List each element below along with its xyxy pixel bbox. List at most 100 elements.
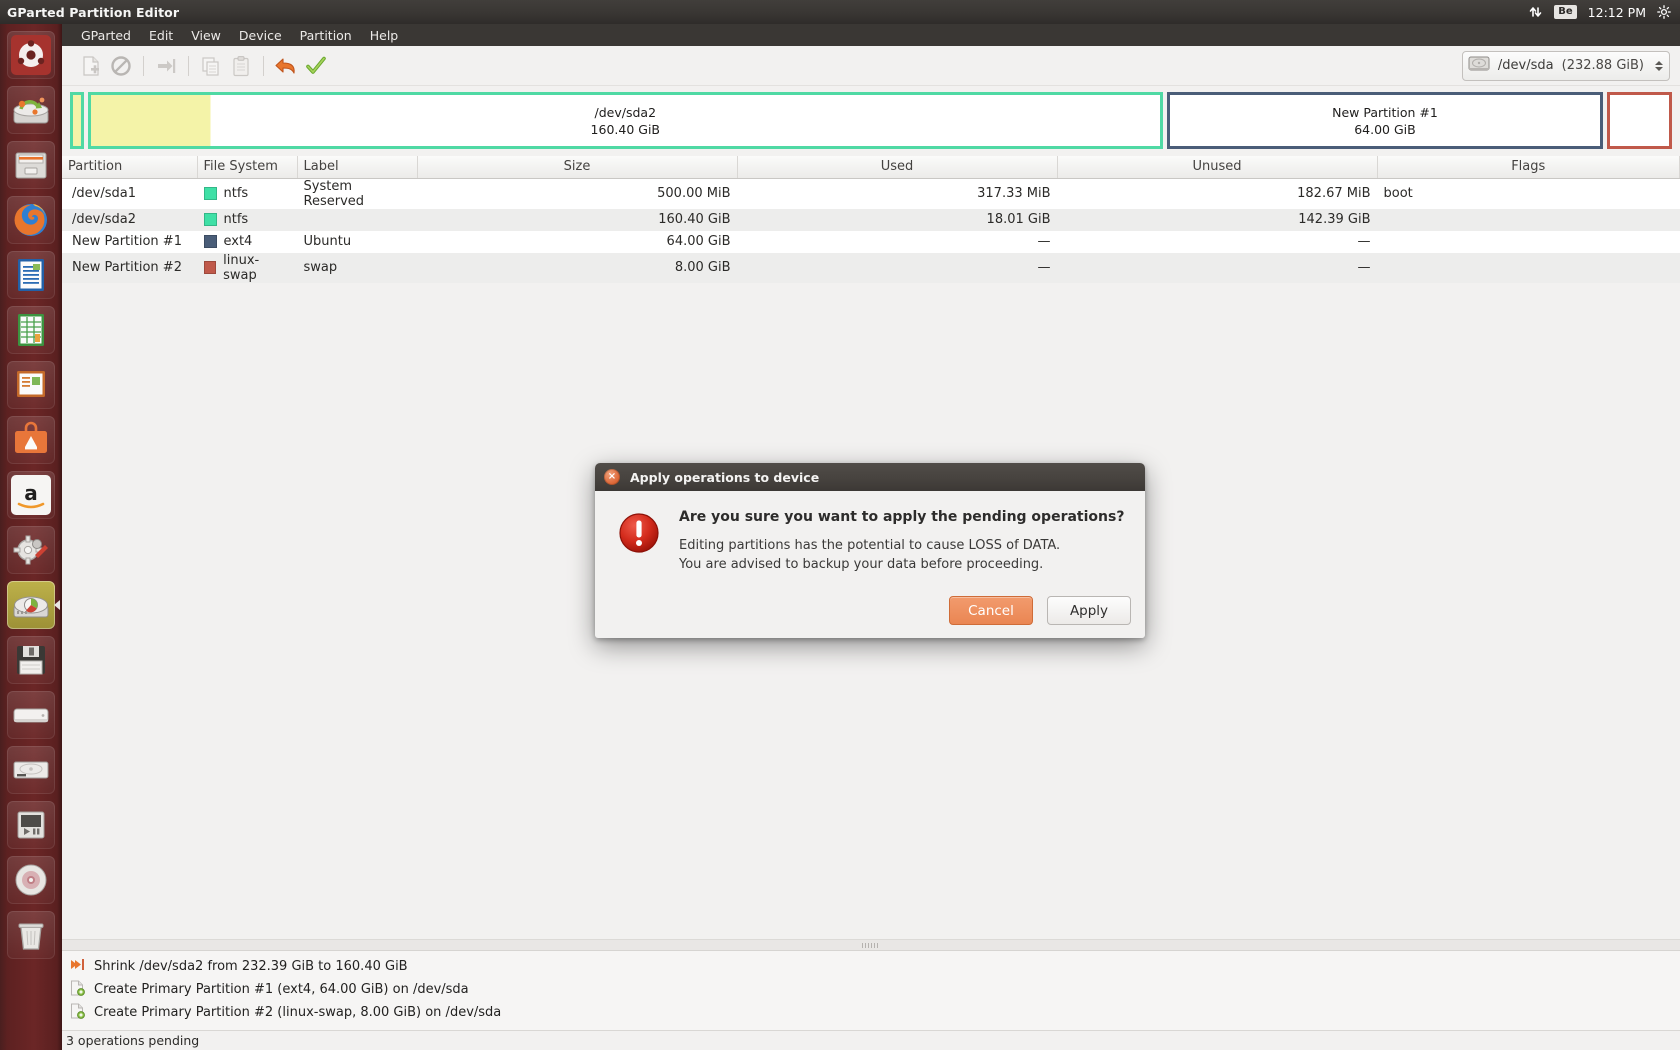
col-partition[interactable]: Partition xyxy=(62,156,198,179)
row-unused: 182.67 MiB xyxy=(1297,186,1371,201)
row-used: — xyxy=(1037,260,1051,275)
gear-icon[interactable] xyxy=(1657,5,1671,19)
row-flags: boot xyxy=(1383,186,1413,201)
hard-disk-icon[interactable] xyxy=(7,746,55,794)
col-label[interactable]: Label xyxy=(297,156,418,179)
ubuntu-software-center-icon[interactable] xyxy=(7,416,55,464)
green-check-icon[interactable] xyxy=(301,51,331,81)
row-unused: — xyxy=(1357,260,1371,275)
firefox-icon[interactable] xyxy=(7,196,55,244)
top-panel: GParted Partition Editor Be 12:12 PM xyxy=(0,0,1680,24)
col-unused[interactable]: Unused xyxy=(1057,156,1378,179)
col-filesystem[interactable]: File System xyxy=(197,156,298,179)
launcher-active-arrow xyxy=(54,600,60,610)
status-bar: 3 operations pending xyxy=(62,1030,1680,1050)
sda2-graphic-size: 160.40 GiB xyxy=(590,121,660,137)
row-label: swap xyxy=(303,260,338,275)
menu-help[interactable]: Help xyxy=(361,26,408,45)
sda1-graphic[interactable] xyxy=(70,92,84,149)
row-partition: /dev/sda2 xyxy=(72,212,136,227)
device-selector[interactable]: /dev/sda (232.88 GiB) xyxy=(1461,50,1670,81)
close-icon[interactable]: × xyxy=(604,469,620,485)
dialog-heading: Are you sure you want to apply the pendi… xyxy=(679,509,1125,525)
operation-shrink[interactable]: Shrink /dev/sda2 from 232.39 GiB to 160.… xyxy=(62,955,1680,978)
operation-text: Shrink /dev/sda2 from 232.39 GiB to 160.… xyxy=(94,959,408,974)
operation-create-2[interactable]: Create Primary Partition #2 (linux-swap,… xyxy=(62,1001,1680,1024)
clock[interactable]: 12:12 PM xyxy=(1588,5,1646,20)
table-row[interactable]: New Partition #2 linux-swap swap 8.00 Gi… xyxy=(62,252,1680,283)
files-nautilus-icon[interactable] xyxy=(7,141,55,189)
floppy-drive-icon[interactable] xyxy=(7,636,55,684)
paste-button[interactable] xyxy=(226,51,256,81)
hard-disk-icon xyxy=(1468,55,1490,77)
menu-edit[interactable]: Edit xyxy=(140,26,182,45)
media-player-icon[interactable] xyxy=(7,801,55,849)
filesystem-color-swatch xyxy=(203,187,217,200)
gparted-icon[interactable] xyxy=(7,581,60,629)
row-used: 18.01 GiB xyxy=(986,212,1051,227)
menu-view[interactable]: View xyxy=(182,26,230,45)
external-drive-icon[interactable] xyxy=(7,691,55,739)
filesystem-color-swatch xyxy=(203,213,217,226)
libreoffice-calc-icon[interactable] xyxy=(7,306,55,354)
cd-drive-icon[interactable] xyxy=(7,856,55,904)
row-label xyxy=(297,209,417,231)
sda2-graphic[interactable]: /dev/sda2 160.40 GiB xyxy=(88,92,1163,149)
row-size: 160.40 GiB xyxy=(658,212,731,227)
dialog-body-line2: You are advised to backup your data befo… xyxy=(679,557,1044,572)
table-row[interactable]: New Partition #1 ext4 Ubuntu 64.00 GiB —… xyxy=(62,230,1680,253)
np1-graphic-size: 64.00 GiB xyxy=(1354,121,1416,137)
dialog-body-line1: Editing partitions has the potential to … xyxy=(679,538,1061,553)
status-text: 3 operations pending xyxy=(66,1033,200,1048)
row-used: — xyxy=(1037,234,1051,249)
operation-create-1[interactable]: Create Primary Partition #1 (ext4, 64.00… xyxy=(62,978,1680,1001)
keyboard-layout-indicator[interactable]: Be xyxy=(1554,5,1577,19)
row-filesystem: ntfs xyxy=(197,178,297,209)
network-indicator-icon[interactable] xyxy=(1528,5,1543,19)
filesystem-color-swatch xyxy=(203,261,217,274)
operation-text: Create Primary Partition #1 (ext4, 64.00… xyxy=(94,982,469,997)
resize-move-button[interactable] xyxy=(151,51,181,81)
undo-arrow-icon[interactable] xyxy=(271,51,301,81)
menu-device[interactable]: Device xyxy=(230,26,291,45)
row-unused: — xyxy=(1357,234,1371,249)
row-filesystem: linux-swap xyxy=(197,253,297,283)
libreoffice-writer-icon[interactable] xyxy=(7,251,55,299)
row-partition: New Partition #2 xyxy=(72,260,182,275)
col-flags[interactable]: Flags xyxy=(1377,156,1680,179)
np1-graphic-name: New Partition #1 xyxy=(1332,104,1438,120)
apply-button[interactable]: Apply xyxy=(1047,596,1131,625)
trash-icon[interactable] xyxy=(7,911,55,959)
amazon-icon[interactable]: a xyxy=(7,471,55,519)
table-header-row: Partition File System Label Size Used Un… xyxy=(62,156,1680,179)
col-size[interactable]: Size xyxy=(417,156,738,179)
new-partition-button[interactable] xyxy=(76,51,106,81)
scrollbar-grip[interactable] xyxy=(862,943,880,948)
new-partition-2-graphic[interactable] xyxy=(1607,92,1672,149)
libreoffice-impress-icon[interactable] xyxy=(7,361,55,409)
delete-prohibited-icon[interactable] xyxy=(106,51,136,81)
row-size: 64.00 GiB xyxy=(666,234,731,249)
col-used[interactable]: Used xyxy=(737,156,1058,179)
dialog-titlebar: × Apply operations to device xyxy=(595,463,1145,491)
menu-gparted[interactable]: GParted xyxy=(72,26,140,45)
gparted-live-installer-icon[interactable] xyxy=(7,86,55,134)
apply-operations-dialog: × Apply operations to device Are you sur… xyxy=(595,463,1145,638)
new-partition-1-graphic[interactable]: New Partition #1 64.00 GiB xyxy=(1166,92,1604,149)
dialog-body: Are you sure you want to apply the pendi… xyxy=(595,491,1145,574)
warning-exclamation-icon xyxy=(617,511,661,574)
dialog-title: Apply operations to device xyxy=(630,469,820,485)
menu-partition[interactable]: Partition xyxy=(291,26,361,45)
shrink-arrow-icon xyxy=(70,957,85,976)
system-settings-icon[interactable] xyxy=(7,526,55,574)
sda2-graphic-name: /dev/sda2 xyxy=(594,104,657,120)
copy-button[interactable] xyxy=(196,51,226,81)
cancel-button[interactable]: Cancel xyxy=(949,596,1033,625)
horizontal-scrollbar[interactable] xyxy=(62,939,1680,950)
toolbar-separator xyxy=(143,55,144,76)
device-spinner-icon[interactable] xyxy=(1655,60,1663,71)
row-filesystem: ntfs xyxy=(197,209,297,231)
table-row[interactable]: /dev/sda2 ntfs 160.40 GiB 18.01 GiB 142.… xyxy=(62,208,1680,231)
ubuntu-dash-icon[interactable] xyxy=(7,31,55,79)
table-row[interactable]: /dev/sda1 ntfs System Reserved 500.00 Mi… xyxy=(62,178,1680,209)
